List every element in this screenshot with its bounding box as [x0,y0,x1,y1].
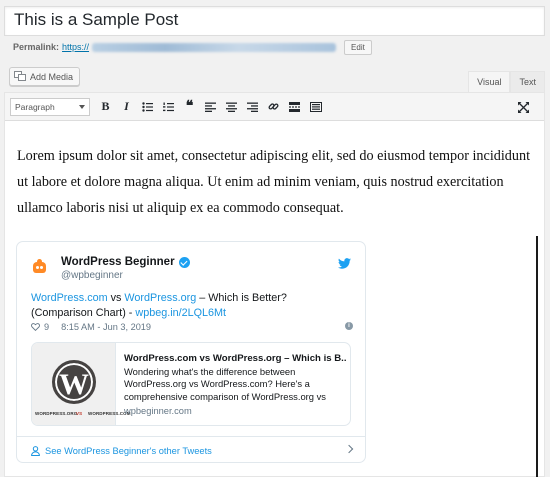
format-select-value: Paragraph [15,101,55,112]
tweet-text: WordPress.com vs WordPress.org – Which i… [31,291,351,321]
tweet-timestamp[interactable]: 8:15 AM - Jun 3, 2019 [61,322,151,332]
numbered-list-button[interactable] [158,97,179,117]
align-right-icon [247,102,258,112]
read-more-icon [289,101,300,112]
heart-icon[interactable] [31,323,40,331]
chevron-right-icon [344,444,354,454]
format-select[interactable]: Paragraph [10,97,90,116]
tweet-footer-text: See WordPress Beginner's other Tweets [45,445,212,456]
post-title-input[interactable]: This is a Sample Post [4,6,545,36]
editor-toolbar: Paragraph B I ❝ [5,93,544,121]
insert-link-button[interactable] [263,97,284,117]
content-paragraph[interactable]: Lorem ipsum dolor sit amet, consectetur … [17,143,532,221]
editor-tabs: Visual Text [468,71,545,93]
expand-icon [518,101,529,113]
numbered-list-icon [163,102,174,111]
permalink-link[interactable]: https:// [62,42,89,52]
bulleted-list-icon [142,101,153,112]
editor-panel: Paragraph B I ❝ Lorem ipsum dolor sit am… [4,92,545,477]
tweet-text-vs: vs [107,292,125,304]
verified-badge-icon [178,256,190,268]
align-center-button[interactable] [221,97,242,117]
tab-text[interactable]: Text [510,71,545,93]
link-icon [268,103,279,110]
card-image-label-left: WORDPRESS.ORG [35,411,78,416]
tweet-author-name-text: WordPress Beginner [61,256,175,268]
text-cursor-line [536,236,538,477]
embedded-tweet[interactable]: WordPress Beginner @wpbeginner WordPress… [16,241,366,463]
tweet-meta: 9 8:15 AM - Jun 3, 2019 i [31,322,353,332]
toolbar-toggle-button[interactable] [305,97,326,117]
user-icon [31,445,40,456]
tweet-author-handle[interactable]: @wpbeginner [61,270,123,281]
card-title: WordPress.com vs WordPress.org – Which i… [124,353,346,364]
link-preview-card[interactable]: W WORDPRESS.ORG VS WORDPRESS.COM WordPre… [31,342,351,426]
italic-icon: I [124,99,129,113]
wordpress-logo-icon: W [52,360,96,404]
bulleted-list-button[interactable] [137,97,158,117]
permalink-label: Permalink: [13,42,60,52]
editor-content[interactable]: Lorem ipsum dolor sit amet, consectetur … [5,121,544,477]
media-icon [14,71,27,82]
tweet-author-name[interactable]: WordPress Beginner [61,256,190,268]
card-image-label-vs: VS [76,411,83,416]
align-center-icon [226,102,237,112]
tweet-link-wporg[interactable]: WordPress.org [124,292,196,304]
align-left-button[interactable] [200,97,221,117]
permalink-blurred-url[interactable] [92,42,337,52]
permalink-edit-button[interactable]: Edit [344,39,372,55]
card-image: W WORDPRESS.ORG VS WORDPRESS.COM [32,343,130,425]
avatar[interactable] [31,258,48,275]
distraction-free-button[interactable] [513,97,534,117]
tweet-link-wpcom[interactable]: WordPress.com [31,292,108,304]
keyboard-icon [309,101,322,112]
card-description: Wondering what's the difference between … [124,366,326,402]
bold-icon: B [101,99,110,113]
italic-button[interactable]: I [116,97,137,117]
add-media-label: Add Media [30,71,74,82]
tweet-header: WordPress Beginner @wpbeginner [17,242,365,284]
bold-button[interactable]: B [95,97,116,117]
blockquote-icon: ❝ [185,99,194,114]
chevron-down-icon [79,104,85,109]
info-icon[interactable]: i [345,322,353,330]
read-more-button[interactable] [284,97,305,117]
twitter-bird-icon[interactable] [338,258,351,269]
add-media-button[interactable]: Add Media [9,67,81,86]
tweet-short-link[interactable]: wpbeg.in/2LQL6Mt [135,307,226,319]
tweet-footer-link[interactable]: See WordPress Beginner's other Tweets [17,436,365,464]
align-left-icon [205,102,216,112]
tab-visual[interactable]: Visual [468,71,511,93]
tweet-like-count: 9 [44,322,50,332]
card-url: wpbeginner.com [124,406,192,416]
permalink-row: Permalink: https:// Edit [13,39,372,55]
align-right-button[interactable] [242,97,263,117]
blockquote-button[interactable]: ❝ [179,97,200,117]
